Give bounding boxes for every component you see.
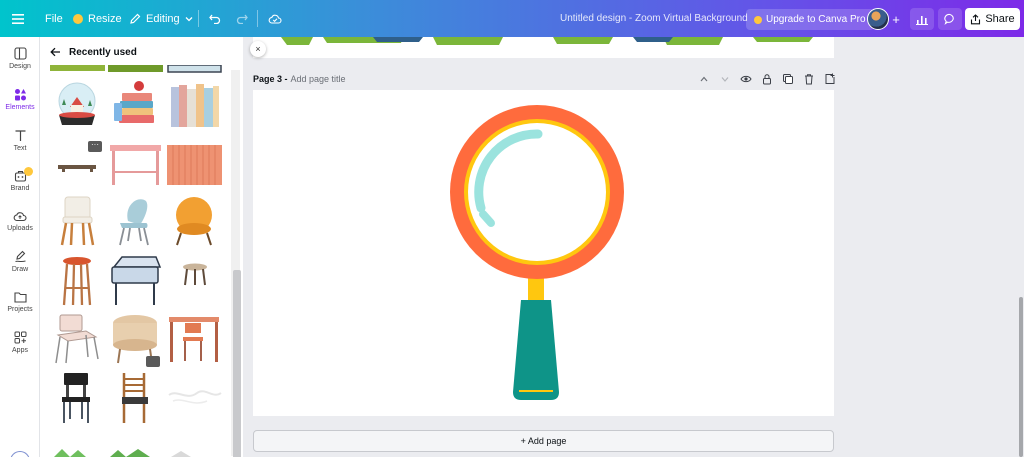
element-thumb-orange-armchair[interactable]: [167, 195, 222, 247]
crown-icon: [754, 15, 762, 24]
projects-icon: [13, 292, 27, 303]
element-thumb-ottoman[interactable]: [108, 255, 163, 307]
element-thumb-cream-chair[interactable]: [50, 195, 105, 247]
uploads-icon: [13, 212, 27, 222]
help-icon[interactable]: [10, 451, 30, 457]
apps-icon: [14, 331, 26, 344]
trash-icon[interactable]: [803, 73, 815, 85]
cloud-check-icon: [268, 14, 282, 24]
previous-page[interactable]: [253, 37, 834, 58]
duplicate-icon[interactable]: [782, 73, 794, 85]
element-thumb-books-apple[interactable]: [108, 79, 163, 131]
draw-icon: [14, 250, 26, 263]
previous-page-artwork: [281, 37, 813, 45]
element-thumb-bar-stool[interactable]: [50, 255, 105, 307]
rail-item-design[interactable]: Design: [0, 47, 40, 83]
crown-icon: [73, 13, 83, 24]
undo-button[interactable]: [209, 0, 221, 37]
panel-scrollbar-thumb[interactable]: [233, 270, 241, 457]
editing-mode-button[interactable]: Editing: [129, 0, 193, 37]
element-thumb-snow-globe[interactable]: [50, 79, 105, 131]
document-title[interactable]: Untitled design - Zoom Virtual Backgroun…: [560, 0, 748, 37]
rail-item-brand[interactable]: Brand: [0, 167, 40, 205]
divider: [198, 10, 199, 27]
comment-icon: [944, 13, 954, 25]
magnifier-handle-stripe: [519, 390, 553, 392]
rail-item-elements[interactable]: Elements: [0, 88, 40, 124]
element-thumb-orange-panel[interactable]: [167, 141, 222, 193]
panel-header: Recently used: [50, 43, 137, 61]
left-nav-rail: Design Elements Text Brand Uploads Draw …: [0, 37, 40, 457]
hamburger-icon: [12, 13, 24, 24]
upgrade-button[interactable]: Upgrade to Canva Pro: [746, 9, 874, 30]
rail-item-apps[interactable]: Apps: [0, 331, 40, 367]
magnifier-handle: [513, 300, 559, 400]
element-thumb-green-strip[interactable]: [50, 65, 105, 73]
pencil-icon: [130, 13, 141, 24]
rail-item-projects[interactable]: Projects: [0, 291, 40, 327]
main-menu-button[interactable]: [12, 0, 24, 37]
text-icon: [15, 130, 25, 141]
share-icon: [971, 13, 981, 24]
redo-icon: [236, 14, 248, 24]
element-thumb-black-chair[interactable]: [50, 371, 105, 423]
element-thumb-small-stool[interactable]: [167, 255, 222, 307]
element-thumb-blue-chair[interactable]: [108, 195, 163, 247]
save-status-button[interactable]: [268, 0, 282, 37]
comments-button[interactable]: [938, 8, 962, 30]
add-page-button[interactable]: + Add page: [253, 430, 834, 452]
element-thumb-green-board[interactable]: [108, 65, 163, 73]
divider: [257, 10, 258, 27]
rail-item-uploads[interactable]: Uploads: [0, 210, 40, 246]
page-number: Page 3 -: [253, 74, 288, 84]
chevron-down-icon: [185, 16, 193, 21]
element-thumb-plant-2[interactable]: [108, 447, 163, 457]
crown-icon: [24, 167, 33, 176]
canvas-scrollbar[interactable]: [1019, 297, 1023, 457]
magnifying-glass-illustration[interactable]: [253, 90, 834, 416]
magnifier-neck: [528, 276, 544, 300]
element-thumb-bookshelf-books[interactable]: [167, 79, 222, 131]
rail-item-text[interactable]: Text: [0, 129, 40, 165]
undo-icon: [209, 14, 221, 24]
lock-icon[interactable]: [761, 73, 773, 85]
element-thumb-faded-sketch[interactable]: [167, 371, 222, 423]
page-toolbar: [698, 73, 836, 85]
chevron-down-icon[interactable]: [719, 73, 731, 85]
design-page[interactable]: [253, 90, 834, 416]
elements-panel: Recently used ···: [40, 37, 243, 457]
element-thumb-desk-chair-set[interactable]: [167, 313, 222, 365]
element-thumb-pink-desk[interactable]: [108, 141, 163, 193]
design-icon: [13, 47, 27, 60]
chevron-up-icon[interactable]: [698, 73, 710, 85]
element-thumb-plant-1[interactable]: [50, 447, 105, 457]
canvas-area: × Page 3 - Add page title + Add page: [243, 37, 1024, 457]
rail-item-draw[interactable]: Draw: [0, 250, 40, 286]
magnifier-lens: [468, 123, 606, 261]
close-icon[interactable]: ×: [250, 41, 266, 57]
eye-icon[interactable]: [740, 73, 752, 85]
add-member-button[interactable]: +: [889, 9, 903, 29]
element-thumb-metal-chair[interactable]: [50, 313, 105, 365]
page-label: Page 3 - Add page title: [253, 74, 346, 84]
top-bar: File Resize Editing Untitled design - Zo…: [0, 0, 1024, 37]
page-title-input[interactable]: Add page title: [291, 74, 346, 84]
avatar[interactable]: [867, 8, 889, 30]
file-menu-button[interactable]: File: [45, 0, 63, 37]
resize-button[interactable]: Resize: [73, 0, 122, 37]
share-button[interactable]: Share: [965, 8, 1020, 30]
back-arrow-icon[interactable]: [50, 47, 61, 57]
add-page-icon[interactable]: [824, 73, 836, 85]
element-thumb-plant-3[interactable]: [167, 447, 222, 457]
elements-icon: [14, 89, 26, 101]
element-thumb-window[interactable]: [167, 65, 222, 73]
analytics-button[interactable]: [910, 8, 934, 30]
redo-button[interactable]: [236, 0, 248, 37]
element-thumb-wooden-chair[interactable]: [108, 371, 163, 423]
pro-crown-badge: [146, 356, 160, 367]
panel-title: Recently used: [69, 46, 137, 58]
more-options-badge[interactable]: ···: [88, 141, 102, 152]
bar-chart-icon: [916, 15, 928, 25]
